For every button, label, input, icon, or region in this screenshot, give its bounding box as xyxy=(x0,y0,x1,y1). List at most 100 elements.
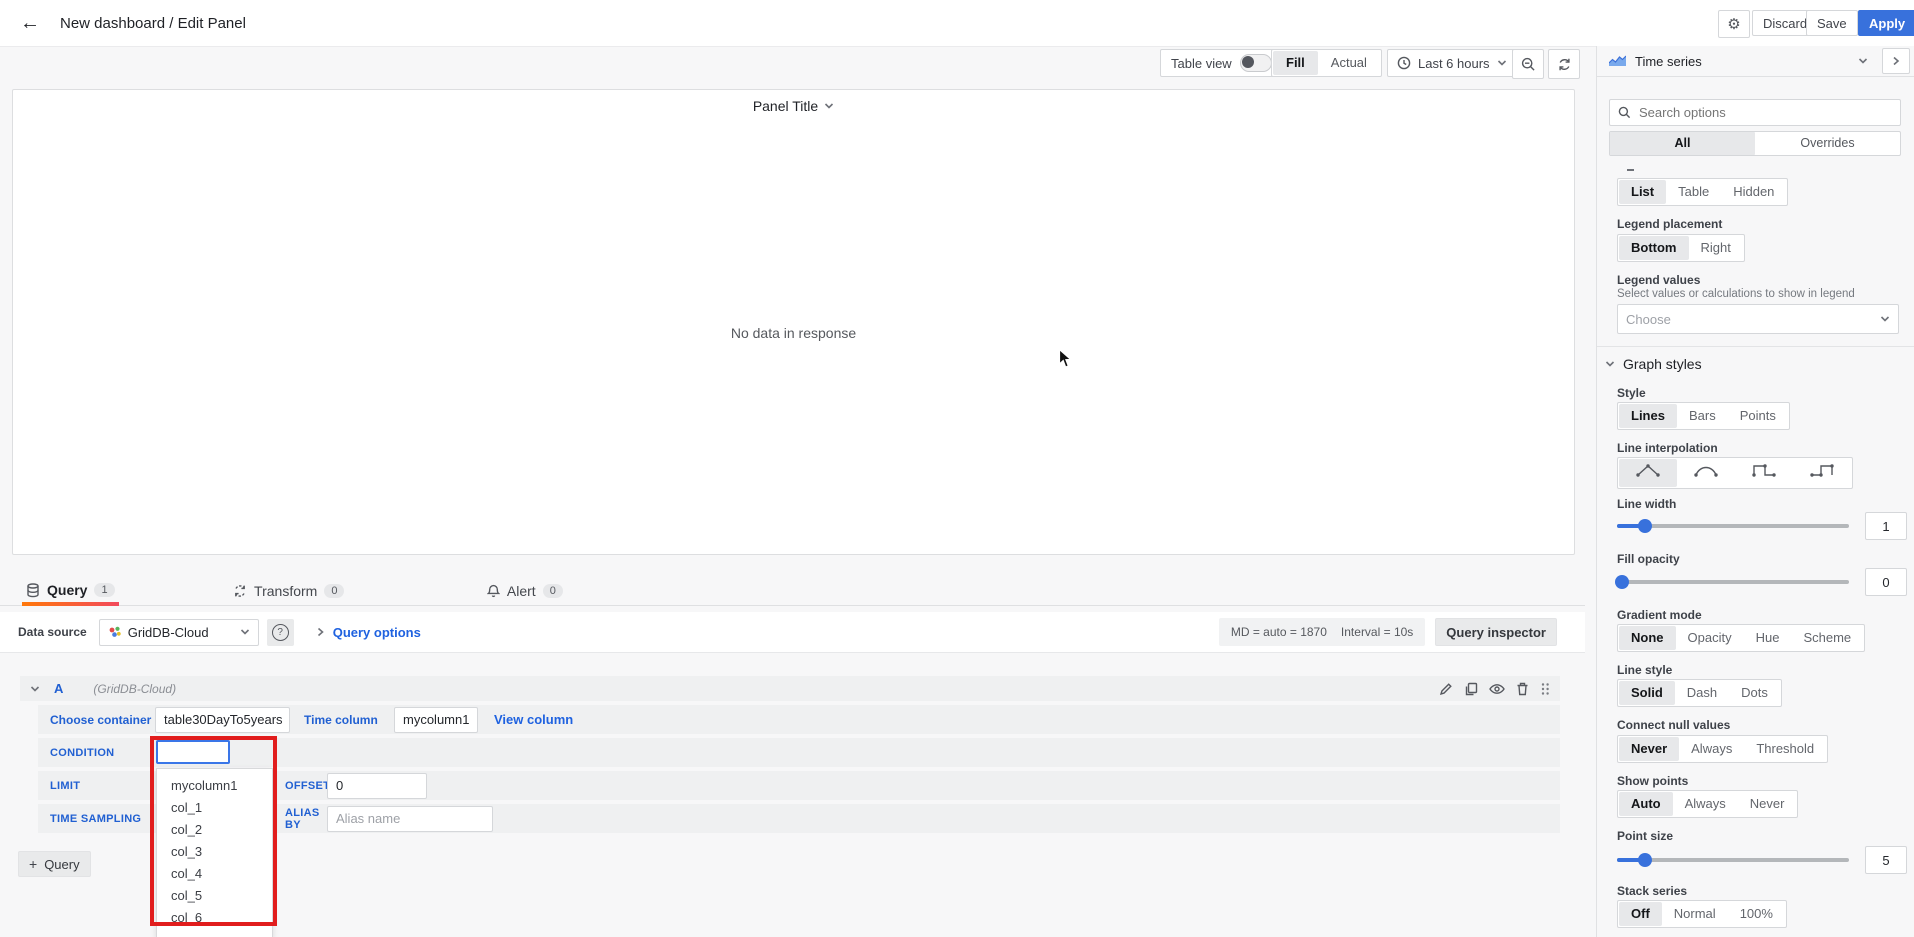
query-ref-id[interactable]: A xyxy=(54,681,63,696)
query-options-toggle[interactable]: Query options xyxy=(333,625,421,640)
fill-opacity-value[interactable]: 0 xyxy=(1865,568,1907,596)
line-width-value[interactable]: 1 xyxy=(1865,512,1907,540)
view-column-link[interactable]: View column xyxy=(494,712,573,727)
panel-settings-gear-icon[interactable]: ⚙ xyxy=(1718,10,1750,38)
tab-all[interactable]: All xyxy=(1610,132,1755,155)
drag-handle-icon[interactable] xyxy=(1540,682,1550,696)
legend-mode-option-hidden[interactable]: Hidden xyxy=(1721,180,1786,204)
fill-opacity-label: Fill opacity xyxy=(1617,552,1680,566)
dropdown-option-col_6[interactable]: col_6 xyxy=(157,907,272,929)
legend-placement-group: BottomRight xyxy=(1617,234,1745,262)
tab-transform[interactable]: Transform 0 xyxy=(229,576,348,606)
gradient-mode-option-hue[interactable]: Hue xyxy=(1744,626,1792,650)
legend-placement-option-right[interactable]: Right xyxy=(1689,236,1743,260)
show-points-option-never[interactable]: Never xyxy=(1738,792,1797,816)
time-range-picker[interactable]: Last 6 hours xyxy=(1387,49,1517,77)
refresh-button[interactable] xyxy=(1548,49,1580,79)
graph-styles-header[interactable]: Graph styles xyxy=(1605,356,1702,372)
connect-null-values-option-always[interactable]: Always xyxy=(1679,737,1744,761)
stack-series-option-100-[interactable]: 100% xyxy=(1728,902,1785,926)
style-group: LinesBarsPoints xyxy=(1617,402,1790,430)
fill-option[interactable]: Fill xyxy=(1273,51,1318,75)
query-tab-bar: Query 1 Transform 0 Alert 0 xyxy=(0,575,1585,606)
delete-trash-icon[interactable] xyxy=(1516,682,1529,696)
viz-picker-value[interactable]: Time series xyxy=(1635,54,1702,69)
interpolation-step-after-icon[interactable] xyxy=(1793,459,1851,487)
time-column-select[interactable]: mycolumn1 xyxy=(394,707,478,733)
stack-series-option-off[interactable]: Off xyxy=(1619,902,1662,926)
edit-pencil-icon[interactable] xyxy=(1439,682,1453,696)
hide-eye-icon[interactable] xyxy=(1489,683,1505,695)
dropdown-option-col_4[interactable]: col_4 xyxy=(157,863,272,885)
duplicate-copy-icon[interactable] xyxy=(1464,682,1478,696)
interpolation-linear-icon[interactable] xyxy=(1619,459,1677,487)
database-icon xyxy=(26,583,40,598)
condition-input[interactable] xyxy=(156,740,230,764)
stack-series-option-normal[interactable]: Normal xyxy=(1662,902,1728,926)
container-select[interactable]: table30DayTo5years xyxy=(155,707,290,733)
toggle-knob xyxy=(1242,56,1254,68)
alias-input[interactable] xyxy=(327,806,493,832)
gradient-mode-option-scheme[interactable]: Scheme xyxy=(1791,626,1863,650)
slider-thumb[interactable] xyxy=(1615,575,1629,589)
dropdown-option-col_1[interactable]: col_1 xyxy=(157,797,272,819)
query-inspector-button[interactable]: Query inspector xyxy=(1435,618,1557,646)
legend-placement-option-bottom[interactable]: Bottom xyxy=(1619,236,1689,260)
chevron-down-icon[interactable] xyxy=(1858,57,1868,65)
style-option-lines[interactable]: Lines xyxy=(1619,404,1677,428)
apply-button[interactable]: Apply xyxy=(1858,10,1914,36)
datasource-help-button[interactable]: ? xyxy=(267,619,294,646)
interpolation-smooth-icon[interactable] xyxy=(1677,459,1735,487)
options-sidebar: Time series All Overrides ListTableHidde… xyxy=(1596,46,1914,937)
panel-header[interactable]: Panel Title xyxy=(13,90,1574,122)
tab-alert[interactable]: Alert 0 xyxy=(483,576,567,606)
show-points-option-auto[interactable]: Auto xyxy=(1619,792,1673,816)
style-option-bars[interactable]: Bars xyxy=(1677,404,1728,428)
add-query-button[interactable]: + Query xyxy=(18,851,91,877)
offset-input[interactable] xyxy=(327,773,427,799)
point-size-slider[interactable] xyxy=(1617,858,1849,862)
show-points-option-always[interactable]: Always xyxy=(1673,792,1738,816)
slider-thumb[interactable] xyxy=(1638,853,1652,867)
dropdown-option-col_3[interactable]: col_3 xyxy=(157,841,272,863)
query-datasource-hint: (GridDB-Cloud) xyxy=(93,682,176,696)
tab-alert-badge: 0 xyxy=(543,584,563,598)
back-arrow-icon[interactable]: ← xyxy=(14,7,46,39)
tab-overrides[interactable]: Overrides xyxy=(1755,132,1900,155)
slider-thumb[interactable] xyxy=(1638,519,1652,533)
line-width-slider[interactable] xyxy=(1617,524,1849,528)
line-style-option-dash[interactable]: Dash xyxy=(1675,681,1729,705)
no-data-message: No data in response xyxy=(13,325,1574,341)
datasource-select[interactable]: GridDB-Cloud xyxy=(99,619,259,646)
zoom-out-button[interactable] xyxy=(1512,49,1544,79)
actual-option[interactable]: Actual xyxy=(1318,51,1380,75)
collapse-chevron-icon[interactable] xyxy=(30,685,40,693)
style-option-points[interactable]: Points xyxy=(1728,404,1788,428)
gradient-mode-option-opacity[interactable]: Opacity xyxy=(1676,626,1744,650)
dropdown-option-col_5[interactable]: col_5 xyxy=(157,885,272,907)
point-size-value[interactable]: 5 xyxy=(1865,846,1907,874)
legend-values-select[interactable]: Choose xyxy=(1617,304,1899,334)
legend-mode-option-table[interactable]: Table xyxy=(1666,180,1721,204)
table-view-toggle[interactable] xyxy=(1240,54,1272,72)
bell-icon xyxy=(487,584,500,598)
dropdown-option-mycolumn1[interactable]: mycolumn1 xyxy=(157,775,272,797)
legend-mode-option-list[interactable]: List xyxy=(1619,180,1666,204)
legend-values-label: Legend values xyxy=(1617,273,1700,287)
gradient-mode-option-none[interactable]: None xyxy=(1619,626,1676,650)
tab-query[interactable]: Query 1 xyxy=(22,575,119,605)
line-style-option-dots[interactable]: Dots xyxy=(1729,681,1780,705)
collapse-pane-button[interactable] xyxy=(1882,48,1910,74)
viz-picker-row: Time series xyxy=(1597,46,1914,77)
interpolation-step-before-icon[interactable] xyxy=(1735,459,1793,487)
condition-row: CONDITION xyxy=(38,738,1560,767)
question-mark-icon: ? xyxy=(272,624,289,641)
line-style-option-solid[interactable]: Solid xyxy=(1619,681,1675,705)
dropdown-option-col_2[interactable]: col_2 xyxy=(157,819,272,841)
save-button[interactable]: Save xyxy=(1806,10,1858,36)
search-input[interactable] xyxy=(1637,104,1900,121)
fill-opacity-slider[interactable] xyxy=(1617,580,1849,584)
connect-null-values-option-never[interactable]: Never xyxy=(1619,737,1679,761)
connect-null-values-option-threshold[interactable]: Threshold xyxy=(1744,737,1826,761)
clipped-label-fragment xyxy=(1627,169,1634,171)
